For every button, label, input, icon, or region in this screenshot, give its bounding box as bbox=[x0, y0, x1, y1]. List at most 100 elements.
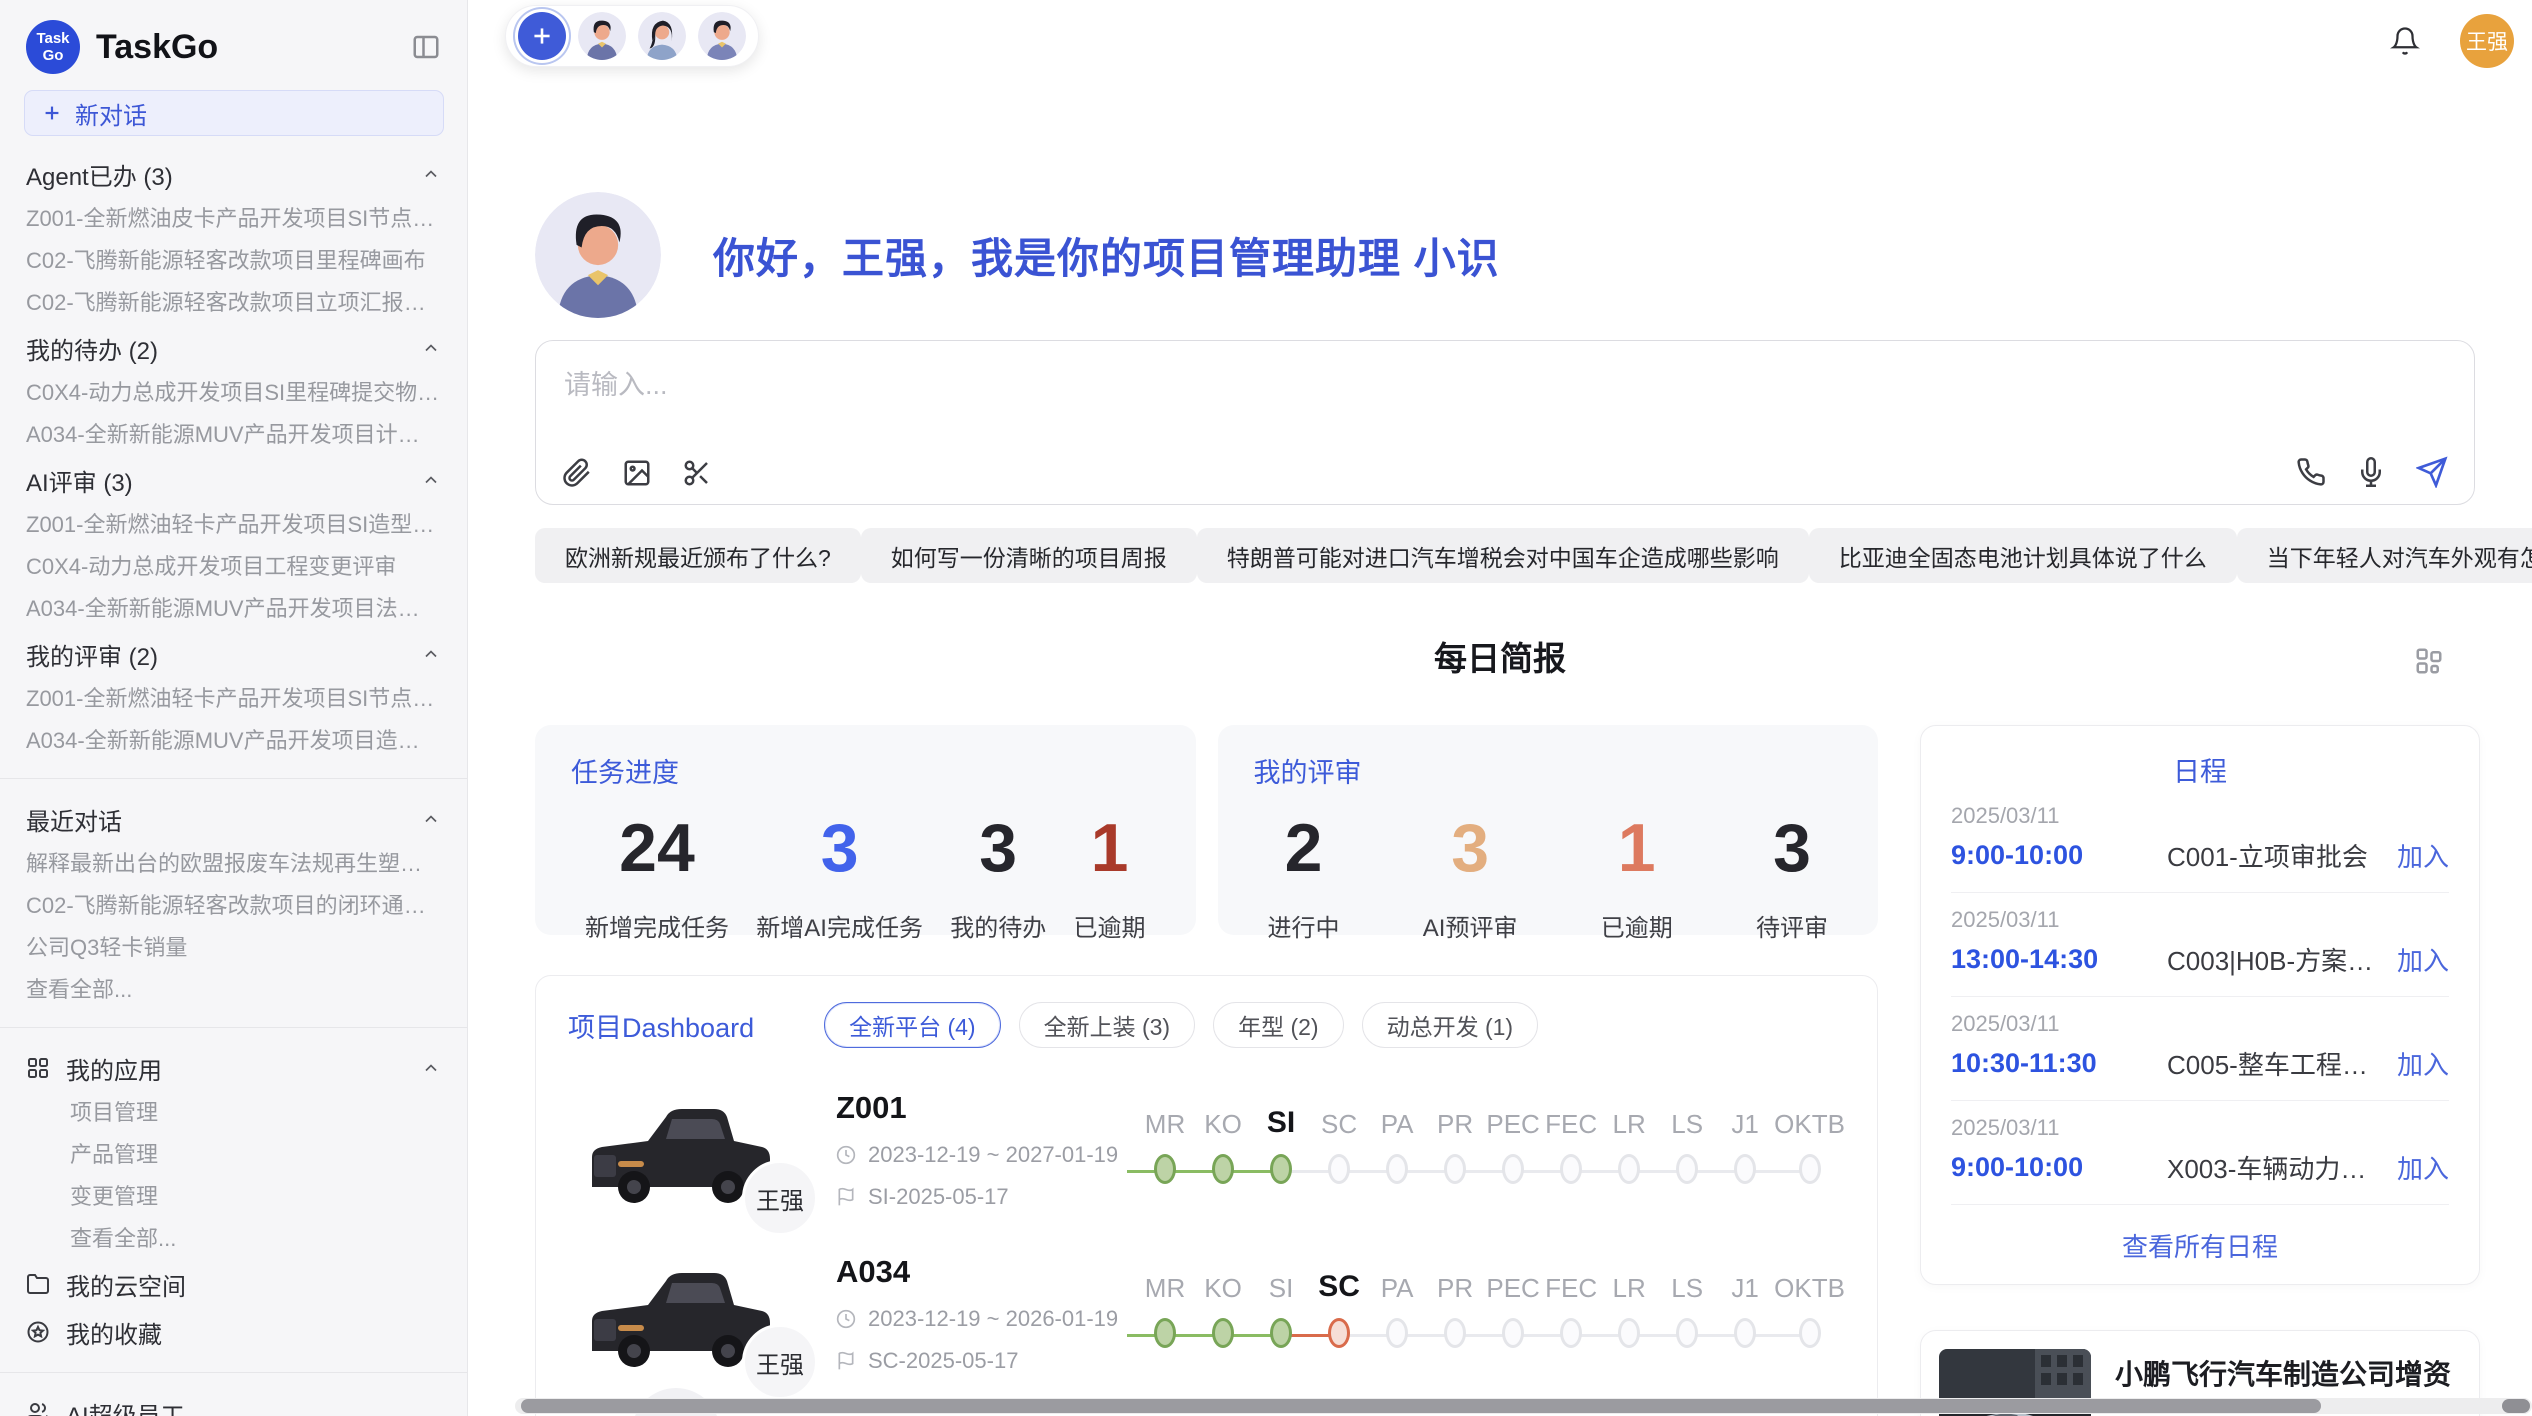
sidebar-item-ai-staff[interactable]: AI超级员工 bbox=[0, 1389, 467, 1416]
logo-text-bottom: Go bbox=[43, 47, 64, 64]
image-icon[interactable] bbox=[622, 458, 652, 488]
stage-node bbox=[1328, 1154, 1350, 1184]
stage-node bbox=[1502, 1318, 1524, 1348]
recent-chat-item[interactable]: 解释最新出台的欧盟报废车法规再生塑料比例被调至15%... bbox=[0, 843, 467, 885]
owner-badge: 王强 bbox=[742, 1324, 818, 1400]
filter-chip-year-model[interactable]: 年型 (2) bbox=[1213, 1002, 1344, 1048]
suggestion-chip[interactable]: 欧洲新规最近颁布了什么? bbox=[535, 528, 861, 583]
sidebar-item[interactable]: C02-飞腾新能源轻客改款项目立项汇报方案 bbox=[0, 282, 467, 324]
daily-briefing-title: 每日简报 bbox=[468, 632, 2532, 680]
chevron-up-icon[interactable] bbox=[421, 644, 441, 664]
chevron-up-icon[interactable] bbox=[421, 164, 441, 184]
chevron-up-icon[interactable] bbox=[421, 1058, 441, 1078]
stage-node bbox=[1676, 1154, 1698, 1184]
sidebar-item-cloud-space[interactable]: 我的云空间 bbox=[0, 1260, 467, 1308]
divider bbox=[0, 778, 467, 779]
join-link[interactable]: 加入 bbox=[2397, 941, 2449, 978]
sidebar-item[interactable]: Z001-全新燃油轻卡产品开发项目SI节点属性5D文件评审 bbox=[0, 678, 467, 720]
agent-avatar[interactable] bbox=[638, 12, 686, 60]
project-milestone: SI-2025-05-17 bbox=[868, 1184, 1009, 1210]
apps-view-all[interactable]: 查看全部... bbox=[0, 1218, 467, 1260]
suggestion-chip[interactable]: 当下年轻人对汽车外观有怎样的喜好趋势 bbox=[2237, 528, 2532, 583]
filter-chip-powertrain[interactable]: 动总开发 (1) bbox=[1362, 1002, 1539, 1048]
sidebar-item[interactable]: C0X4-动力总成开发项目SI里程碑提交物检查 bbox=[0, 372, 467, 414]
stat-ai-prereview: 3AI预评审 bbox=[1423, 814, 1518, 943]
sidebar-item[interactable]: Z001-全新燃油皮卡产品开发项目SI节点Lesson Learn报告 bbox=[0, 198, 467, 240]
join-link[interactable]: 加入 bbox=[2397, 1149, 2449, 1186]
filter-chip-new-body[interactable]: 全新上装 (3) bbox=[1019, 1002, 1196, 1048]
add-agent-button[interactable] bbox=[518, 12, 566, 60]
send-icon[interactable] bbox=[2416, 456, 2448, 488]
chevron-up-icon[interactable] bbox=[421, 338, 441, 358]
right-rail: 日程 2025/03/11 9:00-10:00 C001-立项审批会 加入 2… bbox=[1920, 725, 2480, 1416]
sidebar-group-my-review[interactable]: 我的评审 (2) bbox=[0, 630, 467, 678]
sidebar-item[interactable]: A034-全新新能源MUV产品开发项目计划变更表编写 bbox=[0, 414, 467, 456]
view-all-schedule-link[interactable]: 查看所有日程 bbox=[1921, 1227, 2479, 1264]
sidebar: Task Go TaskGo 新对话 Agent已办 (3) Z001-全新燃油… bbox=[0, 0, 468, 1416]
recent-chat-item[interactable]: 公司Q3轻卡销量 bbox=[0, 927, 467, 969]
suggestion-chip[interactable]: 特朗普可能对进口汽车增税会对中国车企造成哪些影响 bbox=[1197, 528, 1809, 583]
chat-input[interactable]: 请输入... bbox=[535, 340, 2475, 505]
sidebar-item[interactable]: A034-全新新能源MUV产品开发项目法规符合性评审 bbox=[0, 588, 467, 630]
horizontal-scrollbar[interactable] bbox=[515, 1398, 2532, 1414]
sidebar-group-recent[interactable]: 最近对话 bbox=[0, 795, 467, 843]
filter-chip-new-platform[interactable]: 全新平台 (4) bbox=[824, 1002, 1001, 1048]
phone-icon[interactable] bbox=[2296, 457, 2326, 487]
stage-node bbox=[1212, 1318, 1234, 1348]
sidebar-item[interactable]: Z001-全新燃油轻卡产品开发项目SI造型提交物评审 bbox=[0, 504, 467, 546]
sidebar-item-favorites[interactable]: 我的收藏 bbox=[0, 1308, 467, 1356]
sidebar-group-agent-done[interactable]: Agent已办 (3) bbox=[0, 150, 467, 198]
agent-avatar[interactable] bbox=[698, 12, 746, 60]
assistant-avatar bbox=[535, 192, 661, 318]
schedule-event[interactable]: 2025/03/11 13:00-14:30 C003|H0B-方案冻结评审 加… bbox=[1951, 907, 2449, 978]
stage-node bbox=[1799, 1318, 1821, 1348]
sidebar-item[interactable]: A034-全新新能源MUV产品开发项目造型可行性评审 bbox=[0, 720, 467, 762]
chevron-up-icon[interactable] bbox=[421, 470, 441, 490]
suggestion-chip[interactable]: 如何写一份清晰的项目周报 bbox=[861, 528, 1197, 583]
new-chat-button[interactable]: 新对话 bbox=[24, 90, 444, 136]
app-title: TaskGo bbox=[96, 28, 411, 67]
schedule-event[interactable]: 2025/03/11 9:00-10:00 X003-车辆动力学性能验... 加… bbox=[1951, 1115, 2449, 1186]
notifications-bell-icon[interactable] bbox=[2390, 26, 2420, 56]
timeline-stage: OKTB bbox=[1774, 1094, 1845, 1184]
layout-grid-icon[interactable] bbox=[2414, 646, 2444, 676]
stage-node bbox=[1386, 1318, 1408, 1348]
agent-avatar[interactable] bbox=[578, 12, 626, 60]
join-link[interactable]: 加入 bbox=[2397, 837, 2449, 874]
sidebar-item-project-mgmt[interactable]: 项目管理 bbox=[0, 1092, 467, 1134]
sidebar-item[interactable]: C02-飞腾新能源轻客改款项目里程碑画布 bbox=[0, 240, 467, 282]
clock-icon bbox=[836, 1145, 856, 1165]
divider bbox=[1951, 892, 2449, 893]
join-link[interactable]: 加入 bbox=[2397, 1045, 2449, 1082]
paperclip-icon[interactable] bbox=[562, 458, 592, 488]
stage-node bbox=[1444, 1154, 1466, 1184]
suggestion-chip[interactable]: 比亚迪全固态电池计划具体说了什么 bbox=[1809, 528, 2237, 583]
stage-node bbox=[1328, 1318, 1350, 1348]
stage-node bbox=[1618, 1154, 1640, 1184]
sidebar-item-change-mgmt[interactable]: 变更管理 bbox=[0, 1176, 467, 1218]
recent-chat-item[interactable]: C02-飞腾新能源轻客改款项目的闭环通告反馈情况 bbox=[0, 885, 467, 927]
event-title: C003|H0B-方案冻结评审 bbox=[2167, 941, 2381, 978]
user-avatar[interactable]: 王强 bbox=[2460, 14, 2514, 68]
event-date: 2025/03/11 bbox=[1951, 1011, 2449, 1037]
stats-row: 任务进度 24新增完成任务 3新增AI完成任务 3我的待办 1已逾期 我的评审 … bbox=[535, 725, 1878, 935]
stage-node bbox=[1502, 1154, 1524, 1184]
microphone-icon[interactable] bbox=[2356, 457, 2386, 487]
schedule-event[interactable]: 2025/03/11 10:30-11:30 C005-整车工程目标评审 加入 bbox=[1951, 1011, 2449, 1082]
scissors-icon[interactable] bbox=[682, 458, 712, 488]
sidebar-item-my-apps[interactable]: 我的应用 bbox=[0, 1044, 467, 1092]
sidebar-collapse-icon[interactable] bbox=[411, 32, 441, 62]
sidebar-group-my-todo[interactable]: 我的待办 (2) bbox=[0, 324, 467, 372]
scrollbar-thumb[interactable] bbox=[521, 1399, 2321, 1413]
schedule-event[interactable]: 2025/03/11 9:00-10:00 C001-立项审批会 加入 bbox=[1951, 803, 2449, 874]
sidebar-item-product-mgmt[interactable]: 产品管理 bbox=[0, 1134, 467, 1176]
group-title: Agent已办 (3) bbox=[26, 157, 173, 192]
sidebar-item[interactable]: C0X4-动力总成开发项目工程变更评审 bbox=[0, 546, 467, 588]
stat-in-progress: 2进行中 bbox=[1268, 814, 1340, 943]
sidebar-group-ai-review[interactable]: AI评审 (3) bbox=[0, 456, 467, 504]
recent-view-all[interactable]: 查看全部... bbox=[0, 969, 467, 1011]
chevron-up-icon[interactable] bbox=[421, 809, 441, 829]
project-row[interactable]: 王强 A034 2023-12-19 ~ 2026-01-19 SC-2025-… bbox=[568, 1254, 1845, 1376]
project-row[interactable]: 王强 Z001 2023-12-19 ~ 2027-01-19 SI-2025-… bbox=[568, 1090, 1845, 1212]
divider bbox=[1951, 996, 2449, 997]
